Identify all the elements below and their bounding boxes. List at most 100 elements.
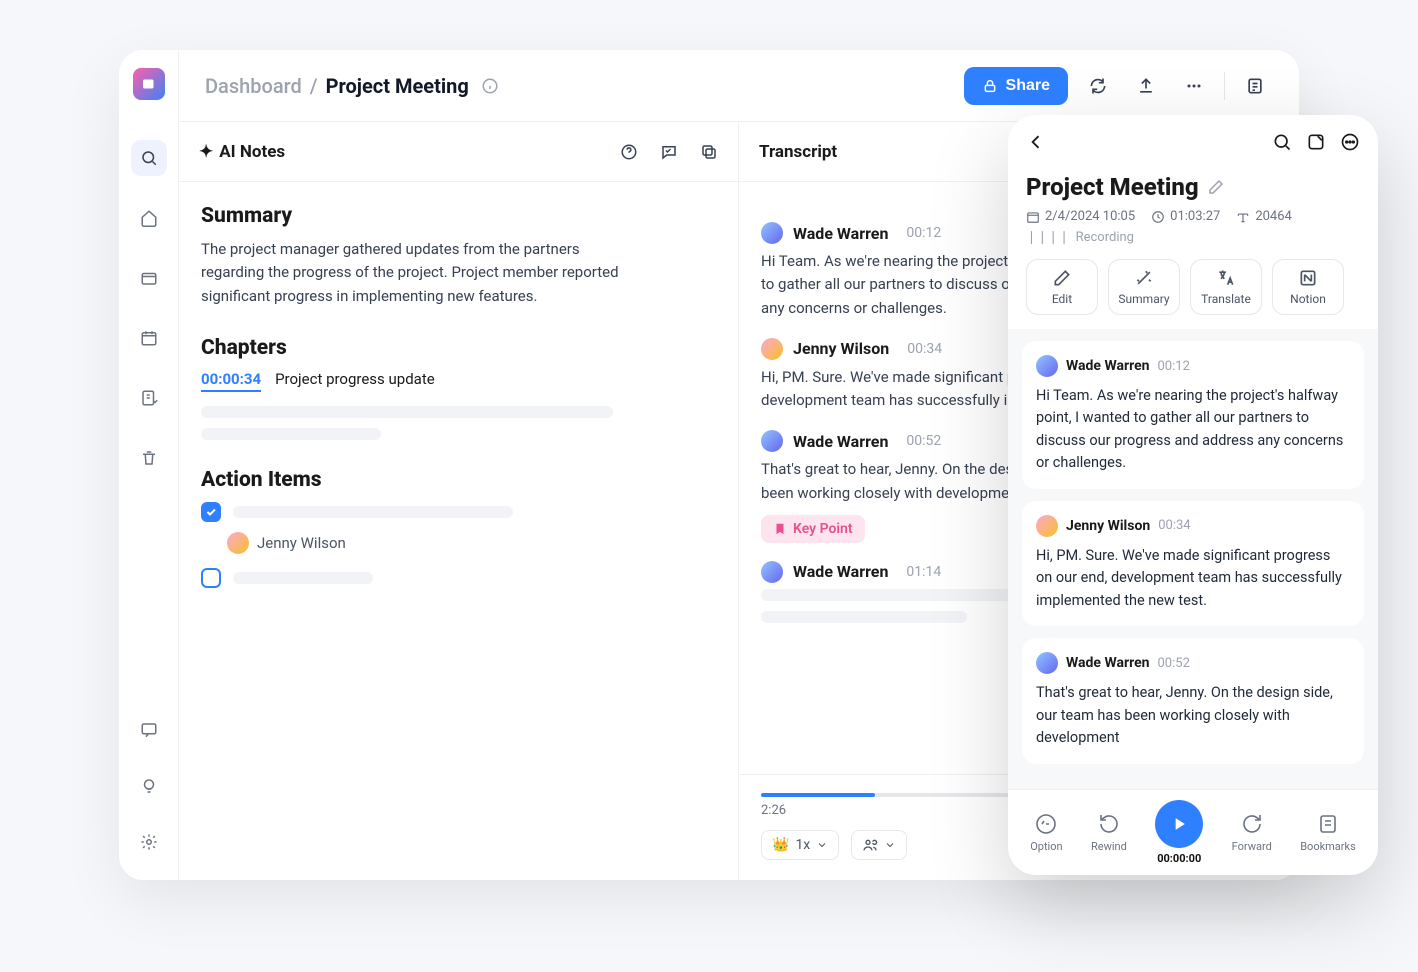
refresh-icon[interactable] xyxy=(1080,68,1116,104)
key-point-badge[interactable]: Key Point xyxy=(761,515,865,543)
speaker-name: Wade Warren xyxy=(1066,358,1150,374)
player-option-button[interactable]: Option xyxy=(1030,812,1062,853)
mobile-action-notion[interactable]: Notion xyxy=(1272,259,1344,315)
speaker-name: Jenny Wilson xyxy=(793,339,889,358)
app-logo[interactable] xyxy=(133,68,165,100)
chapter-label: Project progress update xyxy=(275,370,435,388)
rewind-icon xyxy=(1097,812,1121,836)
avatar xyxy=(761,222,783,244)
clock-icon xyxy=(1151,210,1165,224)
info-icon[interactable] xyxy=(481,77,499,95)
avatar xyxy=(1036,652,1058,674)
more-icon[interactable] xyxy=(1176,68,1212,104)
avatar xyxy=(1036,515,1058,537)
mobile-transcript-card: Wade Warren 00:12 Hi Team. As we're neari… xyxy=(1022,341,1364,489)
forward-icon xyxy=(1240,812,1264,836)
speaker-name: Wade Warren xyxy=(793,224,888,243)
avatar xyxy=(1036,355,1058,377)
utterance-text: Hi, PM. Sure. We've made significant pro… xyxy=(1036,545,1350,612)
idea-icon[interactable] xyxy=(131,768,167,804)
chat-icon[interactable] xyxy=(660,143,678,161)
skeleton-line xyxy=(233,506,513,518)
timestamp: 00:12 xyxy=(906,225,941,241)
breadcrumb-root[interactable]: Dashboard xyxy=(205,74,302,98)
player-rewind-button[interactable]: Rewind xyxy=(1091,812,1127,853)
summary-heading: Summary xyxy=(201,204,716,228)
utterance-text: That's great to hear, Jenny. On the desi… xyxy=(1036,682,1350,749)
share-label: Share xyxy=(1006,77,1050,95)
checkbox-checked[interactable] xyxy=(201,502,221,522)
share-button[interactable]: Share xyxy=(964,67,1068,105)
ai-notes-panel: ✦ AI Notes Summary The project manager g… xyxy=(179,122,739,880)
mobile-title: Project Meeting xyxy=(1026,173,1199,201)
summary-text: The project manager gathered updates fro… xyxy=(201,238,621,308)
speed-chip[interactable]: 👑 1x xyxy=(761,830,839,860)
pencil-icon xyxy=(1052,268,1072,288)
mobile-action-edit[interactable]: Edit xyxy=(1026,259,1098,315)
crown-icon: 👑 xyxy=(772,837,789,853)
avatar xyxy=(761,338,783,360)
player-bookmarks-button[interactable]: Bookmarks xyxy=(1300,812,1356,853)
search-icon[interactable] xyxy=(1272,132,1292,152)
folder-icon[interactable] xyxy=(131,260,167,296)
notion-icon xyxy=(1298,268,1318,288)
avatar xyxy=(227,532,249,554)
home-icon[interactable] xyxy=(131,200,167,236)
chapters-heading: Chapters xyxy=(201,336,716,360)
action-items-heading: Action Items xyxy=(201,468,716,492)
feedback-icon[interactable] xyxy=(131,712,167,748)
timestamp: 00:52 xyxy=(1158,656,1190,671)
avatar xyxy=(761,561,783,583)
mobile-action-summary[interactable]: Summary xyxy=(1108,259,1180,315)
copy-icon[interactable] xyxy=(700,143,718,161)
meta-duration: 01:03:27 xyxy=(1151,209,1220,224)
document-icon[interactable] xyxy=(1237,68,1273,104)
mobile-transcript-card: Wade Warren 00:52 That's great to hear, J… xyxy=(1022,638,1364,763)
speaker-name: Wade Warren xyxy=(793,562,888,581)
checkbox-unchecked[interactable] xyxy=(201,568,221,588)
meta-date: 2/4/2024 10:05 xyxy=(1026,209,1135,224)
mobile-action-translate[interactable]: Translate xyxy=(1190,259,1262,315)
speakers-chip[interactable] xyxy=(851,830,907,860)
player-forward-button[interactable]: Forward xyxy=(1232,812,1272,853)
play-icon xyxy=(1155,800,1203,848)
more-icon[interactable] xyxy=(1340,132,1360,152)
speaker-name: Jenny Wilson xyxy=(1066,518,1150,534)
chevron-down-icon xyxy=(884,839,896,851)
lock-icon xyxy=(982,78,998,94)
divider xyxy=(1224,72,1225,100)
speaker-name: Wade Warren xyxy=(793,432,888,451)
mobile-preview: Project Meeting 2/4/2024 10:05 01:03:27 … xyxy=(1008,115,1378,875)
task-icon[interactable] xyxy=(131,380,167,416)
people-icon xyxy=(862,837,878,853)
action-item xyxy=(201,568,716,588)
meta-word-count: 20464 xyxy=(1236,209,1292,224)
chevron-down-icon xyxy=(816,839,828,851)
player-play-button[interactable]: 00:00:00 xyxy=(1155,800,1203,865)
trash-icon[interactable] xyxy=(131,440,167,476)
player-time: 00:00:00 xyxy=(1157,852,1201,865)
settings-icon[interactable] xyxy=(131,824,167,860)
waveform-icon: ❘❘❘❘ xyxy=(1026,230,1070,245)
back-icon[interactable] xyxy=(1026,132,1046,152)
breadcrumb: Dashboard / Project Meeting xyxy=(205,74,499,98)
search-icon[interactable] xyxy=(131,140,167,176)
upload-icon[interactable] xyxy=(1128,68,1164,104)
timestamp: 00:12 xyxy=(1158,359,1190,374)
skeleton-line xyxy=(201,428,381,440)
utterance-text: Hi Team. As we're nearing the project's … xyxy=(1036,385,1350,475)
help-icon[interactable] xyxy=(620,143,638,161)
chapter-timestamp[interactable]: 00:00:34 xyxy=(201,370,261,392)
avatar xyxy=(761,430,783,452)
page-title: Project Meeting xyxy=(326,74,469,98)
calendar-icon[interactable] xyxy=(131,320,167,356)
pencil-icon[interactable] xyxy=(1207,178,1225,196)
magic-icon xyxy=(1134,268,1154,288)
chapter-item[interactable]: 00:00:34 Project progress update xyxy=(201,370,716,392)
timestamp: 00:52 xyxy=(906,433,941,449)
edit-box-icon[interactable] xyxy=(1306,132,1326,152)
breadcrumb-separator: / xyxy=(310,74,318,98)
ai-notes-title: AI Notes xyxy=(219,142,285,162)
speaker-name: Wade Warren xyxy=(1066,655,1150,671)
key-point-label: Key Point xyxy=(793,521,853,537)
